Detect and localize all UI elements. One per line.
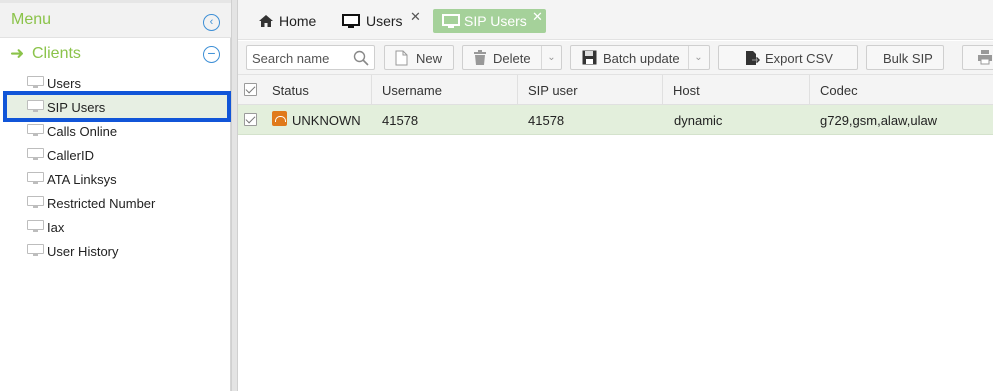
monitor-icon: [27, 196, 44, 208]
column-header-label: Status: [272, 83, 309, 98]
clients-section-title: Clients: [32, 45, 81, 62]
column-header-host[interactable]: Host: [663, 75, 810, 105]
tab-home[interactable]: Home: [256, 9, 326, 33]
grid-header: Status Username SIP user Host Codec: [238, 75, 993, 105]
batch-update-button[interactable]: Batch update ⌄: [570, 45, 710, 70]
sidebar-item-label: Calls Online: [47, 124, 118, 139]
codec-cell: g729,gsm,alaw,ulaw: [820, 113, 938, 128]
sidebar-item-restricted-number[interactable]: Restricted Number: [0, 191, 231, 215]
close-icon[interactable]: ✕: [532, 9, 543, 25]
bulk-sip-button[interactable]: Bulk SIP: [866, 45, 944, 70]
column-header-label: Host: [673, 83, 700, 98]
monitor-icon: [27, 76, 44, 88]
row-checkbox[interactable]: [244, 113, 257, 126]
sidebar-item-iax[interactable]: Iax: [0, 215, 231, 239]
section-collapse-icon[interactable]: −: [203, 46, 220, 63]
main-panel: Home Users ✕ SIP Users ✕ Search name New…: [238, 0, 993, 391]
export-csv-label: Export CSV: [765, 51, 833, 66]
monitor-icon: [27, 148, 44, 160]
monitor-icon: [27, 172, 44, 184]
delete-button-label: Delete: [493, 51, 531, 66]
trash-icon: [474, 50, 486, 65]
sidebar-item-calls-online[interactable]: Calls Online: [0, 119, 231, 143]
save-icon: [582, 50, 597, 65]
sidebar-item-label: SIP Users: [47, 100, 106, 115]
clients-section-header[interactable]: ➜ Clients: [0, 39, 231, 71]
new-file-icon: [395, 50, 408, 66]
select-all-checkbox[interactable]: [244, 83, 257, 96]
column-header-label: Codec: [820, 83, 858, 98]
select-all-cell: [238, 75, 262, 105]
menu-title: Menu: [11, 11, 52, 28]
username-cell: 41578: [382, 113, 419, 128]
monitor-icon: [27, 100, 44, 112]
column-header-codec[interactable]: Codec: [810, 75, 993, 105]
print-button[interactable]: [962, 45, 993, 70]
column-header-label: Username: [382, 83, 442, 98]
delete-button[interactable]: Delete ⌄: [462, 45, 562, 70]
toolbar: New Delete ⌄ Batch update ⌄: [238, 41, 993, 75]
column-header-status[interactable]: Status: [262, 75, 372, 105]
search-input[interactable]: [252, 49, 352, 67]
tab-bar: Home Users ✕ SIP Users ✕: [238, 0, 993, 40]
sidebar-splitter[interactable]: [231, 0, 238, 391]
sip-user-cell: 41578: [528, 113, 565, 128]
monitor-icon: [27, 220, 44, 232]
sidebar-item-callerid[interactable]: CallerID: [0, 143, 231, 167]
new-button[interactable]: New: [384, 45, 454, 70]
print-icon: [978, 50, 992, 65]
close-icon[interactable]: ✕: [410, 9, 421, 25]
table-row[interactable]: UNKNOWN 41578 41578 dynamic g729,gsm,ala…: [238, 105, 993, 135]
chevron-down-icon[interactable]: ⌄: [688, 46, 708, 69]
tab-label: Users: [366, 13, 403, 29]
bulk-sip-label: Bulk SIP: [883, 51, 933, 66]
sidebar-item-label: ATA Linksys: [47, 172, 117, 187]
export-csv-button[interactable]: Export CSV: [718, 45, 858, 70]
clients-tree: Users SIP Users Calls Online CallerID AT…: [0, 71, 231, 263]
sidebar-item-ata-linksys[interactable]: ATA Linksys: [0, 167, 231, 191]
column-header-label: SIP user: [528, 83, 578, 98]
sidebar-item-sip-users[interactable]: SIP Users: [0, 95, 231, 119]
menu-header[interactable]: Menu ‹: [0, 3, 231, 38]
column-header-username[interactable]: Username: [372, 75, 518, 105]
host-cell: dynamic: [674, 113, 723, 128]
phone-status-icon: [272, 111, 287, 126]
monitor-icon: [342, 14, 360, 28]
search-icon[interactable]: [353, 50, 369, 66]
status-cell: UNKNOWN: [292, 113, 361, 128]
new-button-label: New: [416, 51, 443, 66]
sidebar-item-label: User History: [47, 244, 119, 259]
tab-label: Home: [279, 13, 317, 29]
sidebar-item-label: Iax: [47, 220, 65, 235]
sidebar-item-label: CallerID: [47, 148, 94, 163]
sidebar-item-user-history[interactable]: User History: [0, 239, 231, 263]
sidebar-item-label: Users: [47, 76, 81, 91]
tab-label: SIP Users: [464, 13, 527, 29]
arrow-right-icon: ➜: [10, 44, 25, 63]
search-box[interactable]: [246, 45, 375, 70]
tab-users[interactable]: Users ✕: [342, 9, 427, 33]
monitor-icon: [27, 124, 44, 136]
chevron-down-icon[interactable]: ⌄: [541, 46, 561, 69]
menu-collapse-icon[interactable]: ‹: [203, 14, 220, 31]
sidebar: Menu ‹ ➜ Clients − Users SIP Users Calls…: [0, 0, 231, 391]
monitor-icon: [442, 14, 460, 28]
sidebar-item-users[interactable]: Users: [0, 71, 231, 95]
column-header-sip-user[interactable]: SIP user: [518, 75, 663, 105]
export-icon: [746, 51, 760, 65]
sidebar-item-label: Restricted Number: [47, 196, 156, 211]
monitor-icon: [27, 244, 44, 256]
tab-sip-users[interactable]: SIP Users ✕: [433, 9, 546, 33]
home-icon: [259, 15, 273, 27]
batch-update-label: Batch update: [603, 51, 680, 66]
